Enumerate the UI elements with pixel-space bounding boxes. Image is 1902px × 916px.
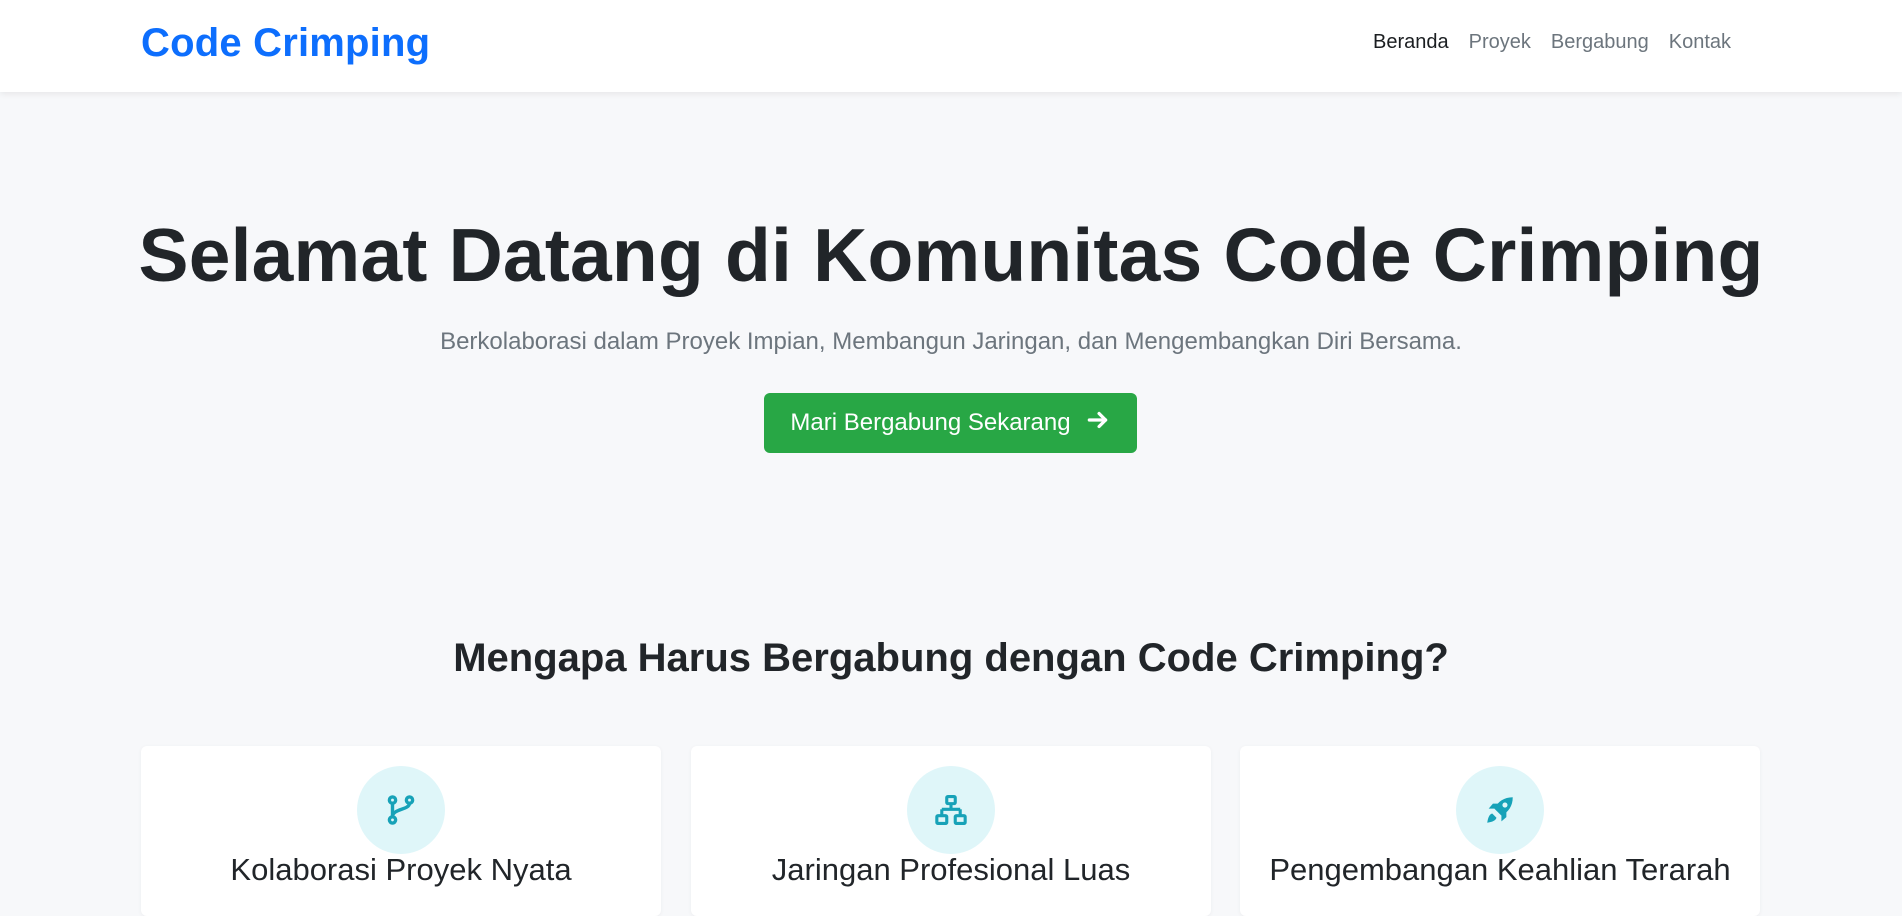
nav-link-bergabung[interactable]: Bergabung — [1551, 31, 1649, 54]
code-branch-icon — [357, 766, 445, 854]
feature-card-title: Jaringan Profesional Luas — [771, 852, 1131, 887]
nav-link-beranda[interactable]: Beranda — [1373, 31, 1449, 54]
feature-card-collaboration: Kolaborasi Proyek Nyata — [141, 746, 661, 916]
join-now-label: Mari Bergabung Sekarang — [790, 409, 1071, 436]
feature-card-skills: Pengembangan Keahlian Terarah — [1240, 746, 1760, 916]
nav-link-proyek[interactable]: Proyek — [1469, 31, 1531, 54]
feature-card-network: Jaringan Profesional Luas — [691, 746, 1211, 916]
network-icon — [907, 766, 995, 854]
rocket-icon — [1456, 766, 1544, 854]
nav-links: Beranda Proyek Bergabung Kontak — [1373, 31, 1731, 54]
nav-link-kontak[interactable]: Kontak — [1669, 31, 1731, 54]
hero-title: Selamat Datang di Komunitas Code Crimpin… — [138, 213, 1764, 297]
feature-card-title: Kolaborasi Proyek Nyata — [230, 852, 572, 887]
features-section-title: Mengapa Harus Bergabung dengan Code Crim… — [453, 636, 1449, 680]
navbar: Code Crimping Beranda Proyek Bergabung K… — [0, 0, 1902, 92]
join-now-button[interactable]: Mari Bergabung Sekarang — [764, 393, 1137, 453]
arrow-right-icon — [1085, 407, 1111, 440]
brand-logo-link[interactable]: Code Crimping — [141, 21, 430, 66]
hero-subtitle: Berkolaborasi dalam Proyek Impian, Memba… — [440, 328, 1462, 355]
feature-card-title: Pengembangan Keahlian Terarah — [1269, 852, 1731, 887]
